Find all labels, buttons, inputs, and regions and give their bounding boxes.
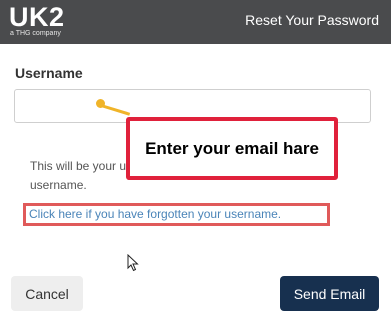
mouse-pointer-icon [127,254,139,272]
cancel-button[interactable]: Cancel [11,276,83,311]
instruction-callout: Enter your email hare [126,117,338,180]
top-header-bar: UK2 a THG company Reset Your Password [0,0,391,44]
forgot-username-link[interactable]: Click here if you have forgotten your us… [29,207,281,221]
callout-pointer-dot [96,99,105,108]
username-label: Username [15,65,83,81]
page-title: Reset Your Password [245,12,379,28]
uk2-logo: UK2 [9,2,65,32]
send-email-button[interactable]: Send Email [280,276,379,311]
logo-tagline: a THG company [10,30,61,37]
